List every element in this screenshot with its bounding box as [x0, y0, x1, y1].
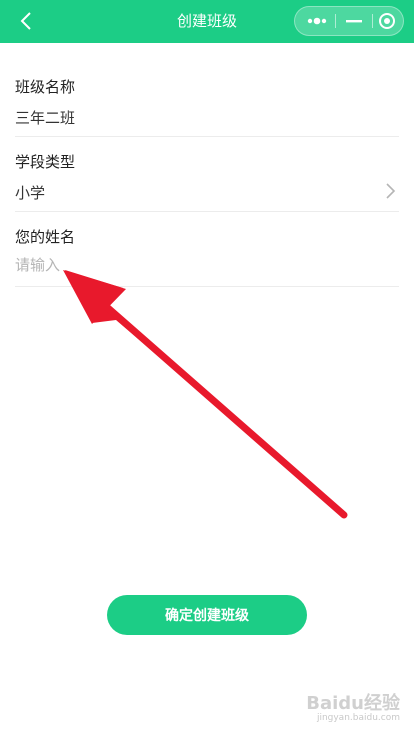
stage-type-label: 学段类型 [15, 153, 76, 171]
watermark-logo: Baidu经验 [306, 693, 400, 714]
minimize-icon[interactable] [336, 7, 372, 35]
your-name-field[interactable]: 您的姓名 [15, 212, 399, 287]
more-dots-icon[interactable] [299, 7, 335, 35]
your-name-input[interactable] [15, 252, 315, 278]
your-name-label: 您的姓名 [15, 228, 76, 246]
baidu-watermark: Baidu经验 jingyan.baidu.com [294, 687, 404, 727]
class-name-value[interactable]: 三年二班 [15, 107, 75, 128]
watermark-url: jingyan.baidu.com [316, 713, 400, 723]
chevron-right-icon[interactable] [383, 182, 397, 200]
navigation-bar: 创建班级 [0, 0, 414, 43]
confirm-create-class-button[interactable]: 确定创建班级 [107, 595, 307, 635]
create-class-form: 班级名称 三年二班 学段类型 小学 您的姓名 [15, 62, 399, 287]
stage-type-field[interactable]: 学段类型 小学 [15, 137, 399, 212]
menu-capsule [294, 6, 404, 36]
stage-type-value[interactable]: 小学 [15, 182, 45, 203]
class-name-field[interactable]: 班级名称 三年二班 [15, 62, 399, 137]
target-close-icon[interactable] [369, 7, 405, 35]
class-name-label: 班级名称 [15, 78, 76, 96]
